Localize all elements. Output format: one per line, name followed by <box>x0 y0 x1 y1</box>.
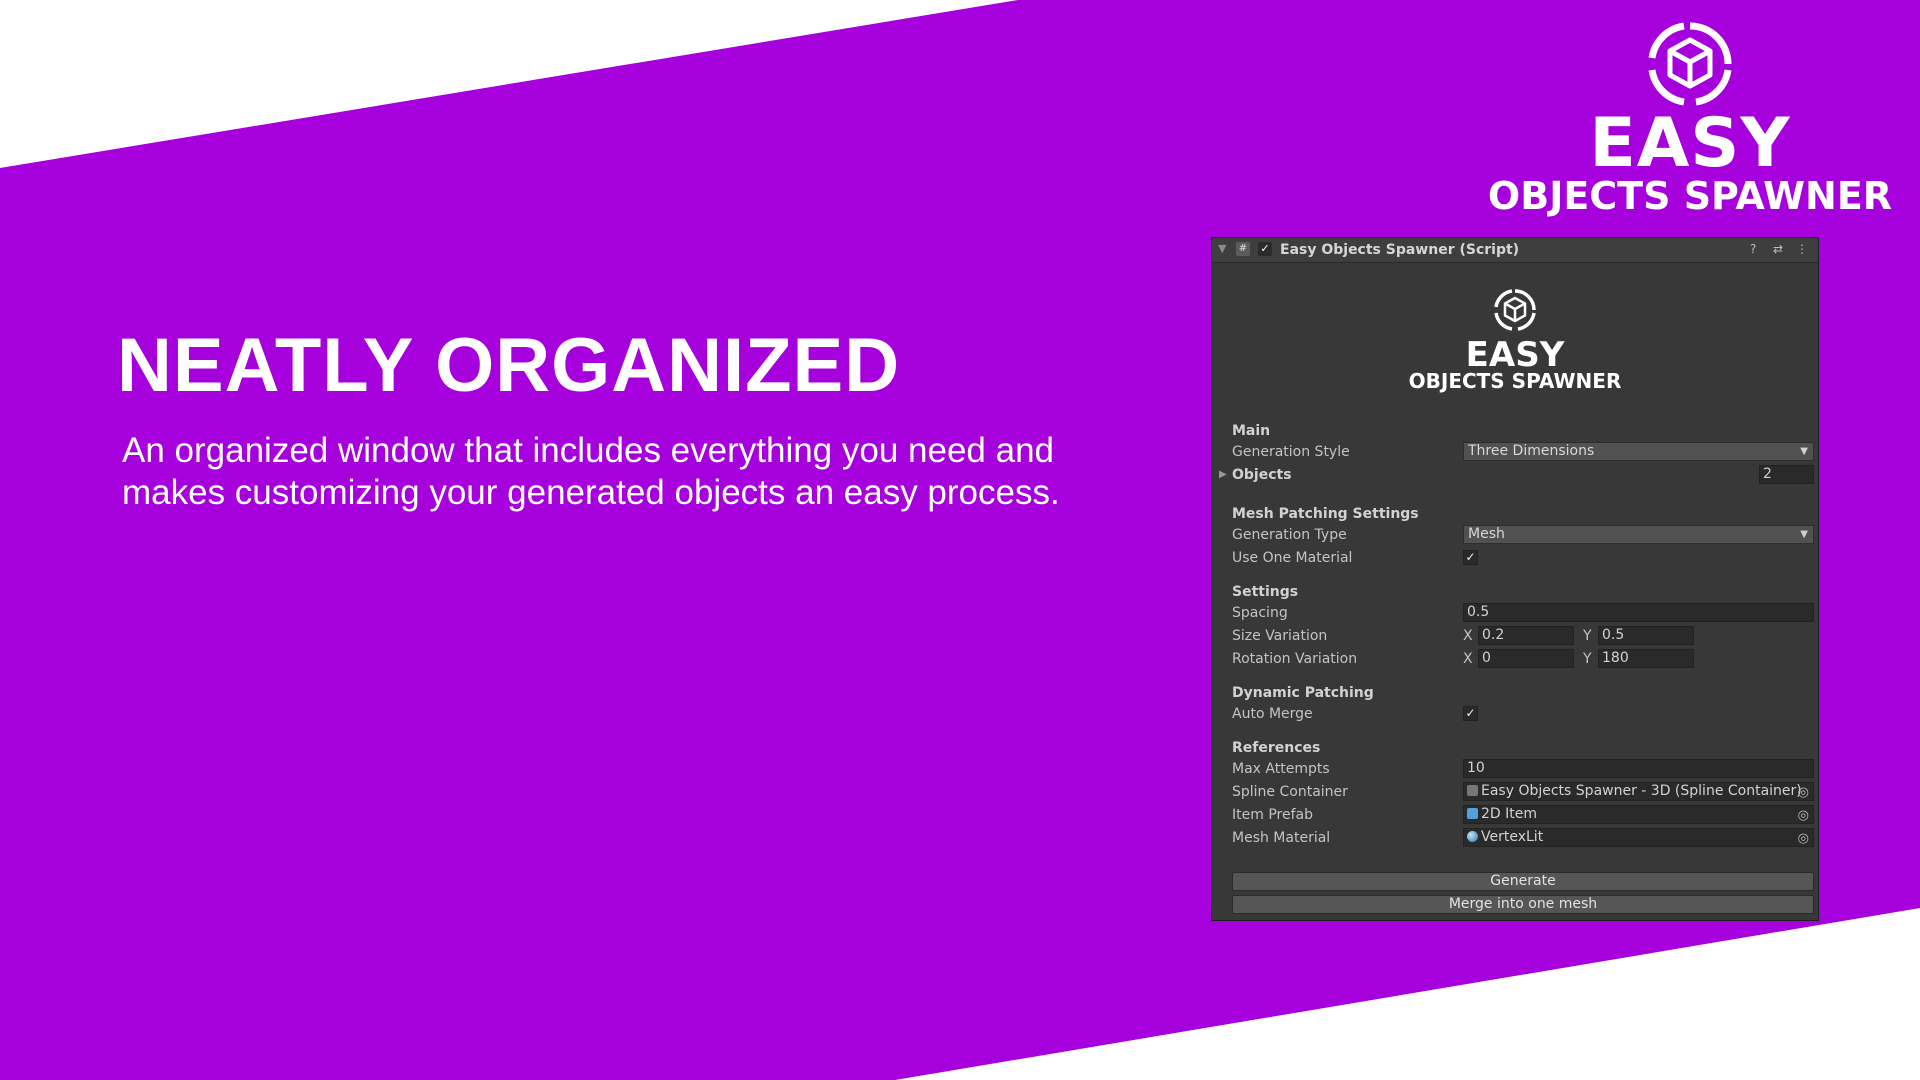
max-attempts-row: Max Attempts 10 <box>1212 758 1818 780</box>
settings-icon[interactable]: ⇄ <box>1773 242 1783 256</box>
item-prefab-field[interactable]: 2D Item ◎ <box>1463 805 1814 824</box>
spacing-label: Spacing <box>1232 605 1288 621</box>
panel-logo-line1: EASY <box>1465 335 1565 375</box>
objects-count-field[interactable]: 2 <box>1759 465 1814 484</box>
inspector-panel: ▼ # ✓ Easy Objects Spawner (Script) ? ⇄ … <box>1211 237 1819 921</box>
max-attempts-field[interactable]: 10 <box>1463 759 1814 778</box>
section-settings-heading: Settings <box>1232 584 1299 600</box>
mesh-material-row: Mesh Material VertexLit ◎ <box>1212 827 1818 849</box>
spline-icon <box>1467 785 1478 796</box>
generation-type-row: Generation Type Mesh ▼ <box>1212 524 1818 546</box>
generation-style-dropdown[interactable]: Three Dimensions ▼ <box>1463 442 1814 461</box>
rotation-variation-label: Rotation Variation <box>1232 651 1358 667</box>
generation-style-row: Generation Style Three Dimensions ▼ <box>1212 441 1818 463</box>
rotation-variation-x-field[interactable]: 0 <box>1478 649 1574 668</box>
section-mesh-patching-heading: Mesh Patching Settings <box>1232 506 1419 522</box>
generation-style-value: Three Dimensions <box>1468 443 1595 459</box>
more-icon[interactable]: ⋮ <box>1796 242 1808 256</box>
help-icon[interactable]: ? <box>1750 242 1756 256</box>
generation-type-dropdown[interactable]: Mesh ▼ <box>1463 525 1814 544</box>
spacing-row: Spacing 0.5 <box>1212 602 1818 624</box>
objects-row[interactable]: ▶ Objects 2 <box>1212 464 1818 486</box>
generate-button[interactable]: Generate <box>1232 872 1814 891</box>
component-title: Easy Objects Spawner (Script) <box>1280 242 1520 258</box>
chevron-down-icon: ▼ <box>1800 529 1808 540</box>
component-enabled-checkbox[interactable]: ✓ <box>1258 242 1272 256</box>
expand-arrow-icon[interactable]: ▶ <box>1219 469 1227 480</box>
spline-container-label: Spline Container <box>1232 784 1348 800</box>
brand-line2: OBJECTS SPAWNER <box>1487 174 1893 218</box>
auto-merge-checkbox[interactable]: ✓ <box>1463 706 1478 721</box>
object-picker-icon[interactable]: ◎ <box>1798 830 1809 846</box>
material-icon <box>1467 831 1478 842</box>
max-attempts-label: Max Attempts <box>1232 761 1330 777</box>
rotation-variation-y-label: Y <box>1583 651 1592 667</box>
spline-container-value: Easy Objects Spawner - 3D (Spline Contai… <box>1481 783 1802 799</box>
use-one-material-row: Use One Material ✓ <box>1212 547 1818 569</box>
mesh-material-field[interactable]: VertexLit ◎ <box>1463 828 1814 847</box>
rotation-variation-x-label: X <box>1463 651 1473 667</box>
mesh-material-value: VertexLit <box>1481 829 1544 845</box>
size-variation-row: Size Variation X 0.2 Y 0.5 <box>1212 625 1818 647</box>
objects-label: Objects <box>1232 467 1292 483</box>
object-picker-icon[interactable]: ◎ <box>1798 784 1809 800</box>
brand-logo: EASY OBJECTS SPAWNER <box>1470 20 1910 218</box>
cube-logo-icon <box>1648 22 1732 106</box>
spacing-field[interactable]: 0.5 <box>1463 603 1814 622</box>
generation-type-value: Mesh <box>1468 526 1505 542</box>
spline-container-field[interactable]: Easy Objects Spawner - 3D (Spline Contai… <box>1463 782 1814 801</box>
rotation-variation-y-field[interactable]: 180 <box>1598 649 1694 668</box>
spline-container-row: Spline Container Easy Objects Spawner - … <box>1212 781 1818 803</box>
size-variation-label: Size Variation <box>1232 628 1328 644</box>
item-prefab-row: Item Prefab 2D Item ◎ <box>1212 804 1818 826</box>
size-variation-x-field[interactable]: 0.2 <box>1478 626 1574 645</box>
section-references-heading: References <box>1232 740 1321 756</box>
chevron-down-icon: ▼ <box>1800 446 1808 457</box>
panel-logo-line2: OBJECTS SPAWNER <box>1408 369 1622 393</box>
section-main-heading: Main <box>1232 423 1271 439</box>
collapse-arrow-icon[interactable]: ▼ <box>1218 242 1226 255</box>
size-variation-y-field[interactable]: 0.5 <box>1598 626 1694 645</box>
description-text: An organized window that includes everyt… <box>122 431 1060 512</box>
auto-merge-label: Auto Merge <box>1232 706 1313 722</box>
item-prefab-value: 2D Item <box>1481 806 1538 822</box>
mesh-material-label: Mesh Material <box>1232 830 1331 846</box>
item-prefab-label: Item Prefab <box>1232 807 1313 823</box>
panel-logo: EASY OBJECTS SPAWNER <box>1212 288 1818 392</box>
size-variation-x-label: X <box>1463 628 1473 644</box>
prefab-icon <box>1467 808 1478 819</box>
use-one-material-label: Use One Material <box>1232 550 1353 566</box>
script-icon: # <box>1236 242 1250 256</box>
rotation-variation-row: Rotation Variation X 0 Y 180 <box>1212 648 1818 670</box>
size-variation-y-label: Y <box>1583 628 1592 644</box>
merge-into-one-mesh-button[interactable]: Merge into one mesh <box>1232 895 1814 914</box>
component-header[interactable]: ▼ # ✓ Easy Objects Spawner (Script) ? ⇄ … <box>1212 238 1818 263</box>
auto-merge-row: Auto Merge ✓ <box>1212 703 1818 725</box>
brand-line1: EASY <box>1589 104 1791 183</box>
headline: NEATLY ORGANIZED <box>117 323 901 408</box>
section-dynamic-patching-heading: Dynamic Patching <box>1232 685 1374 701</box>
cube-logo-icon <box>1494 289 1536 331</box>
use-one-material-checkbox[interactable]: ✓ <box>1463 550 1478 565</box>
generation-type-label: Generation Type <box>1232 527 1347 543</box>
object-picker-icon[interactable]: ◎ <box>1798 807 1809 823</box>
generation-style-label: Generation Style <box>1232 444 1350 460</box>
